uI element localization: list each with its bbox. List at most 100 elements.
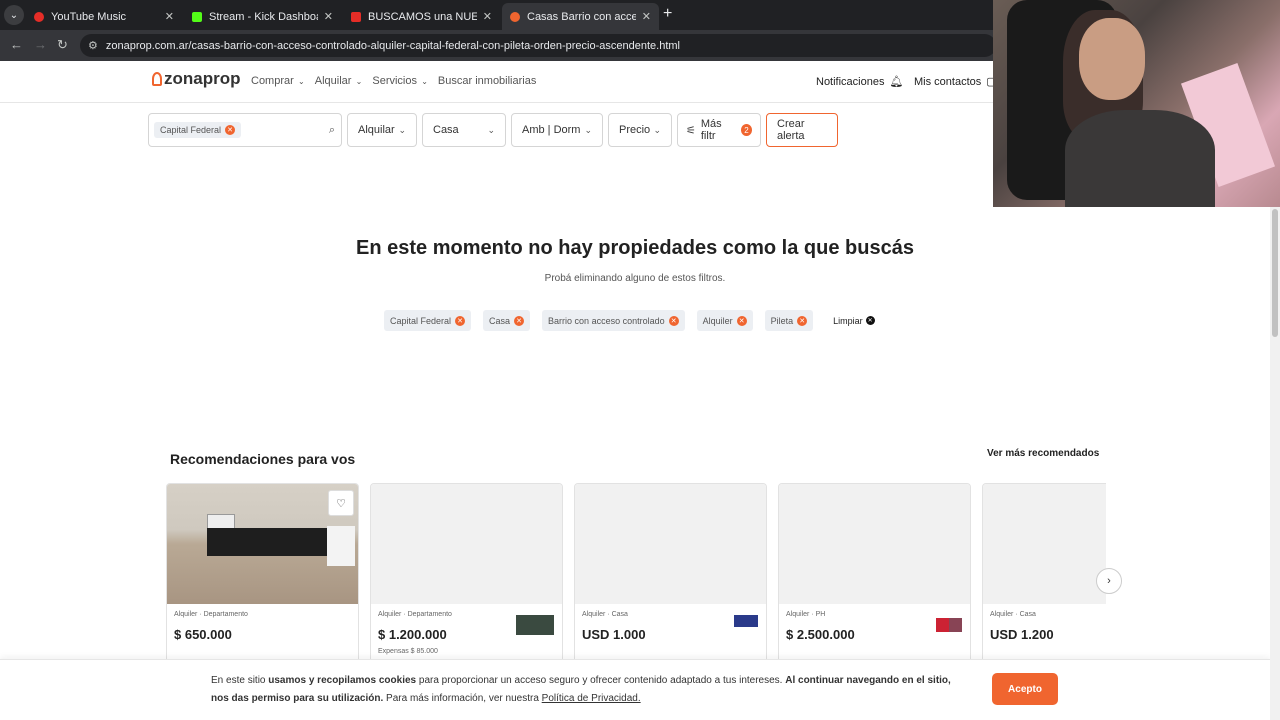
rooms-value: Amb | Dorm	[522, 124, 581, 136]
search-icon[interactable]: ⌕	[329, 124, 335, 137]
more-filters-button[interactable]: ⚟ Más filtr 2	[677, 113, 761, 147]
address-bar[interactable]: ⚙ zonaprop.com.ar/casas-barrio-con-acces…	[80, 34, 996, 57]
agency-logo	[734, 615, 758, 635]
zonaprop-logo[interactable]: zonaprop	[152, 69, 241, 89]
property-type-select[interactable]: Casa ⌄	[422, 113, 506, 147]
notifications-label: Notificaciones	[816, 75, 885, 88]
listing-card[interactable]: Alquiler · Casa USD 1.200	[982, 483, 1106, 659]
nav-servicios[interactable]: Servicios ⌄	[372, 75, 428, 87]
chevron-down-icon: ⌄	[295, 77, 305, 86]
clear-icon: ✕	[865, 316, 875, 325]
bell-icon: 🔔︎	[889, 76, 904, 88]
clear-filters-button[interactable]: Limpiar ✕	[833, 316, 875, 326]
listing-photo-placeholder	[575, 484, 766, 604]
operation-select[interactable]: Alquilar ⌄	[347, 113, 417, 147]
close-tab-icon[interactable]: ✕	[165, 10, 174, 23]
privacy-policy-link[interactable]: Política de Privacidad.	[542, 693, 641, 704]
remove-chip-icon: ✕	[668, 315, 679, 326]
listing-type: Alquiler · Casa	[990, 611, 1036, 618]
browser-tab-zonaprop[interactable]: Casas Barrio con acceso contro ✕	[502, 3, 659, 30]
create-alert-label: Crear alerta	[777, 118, 805, 142]
reload-icon[interactable]: ↻	[57, 37, 68, 53]
empty-state-subtitle: Probá eliminando alguno de estos filtros…	[544, 273, 726, 284]
forward-arrow-icon[interactable]: →	[34, 37, 47, 52]
price-select[interactable]: Precio ⌄	[608, 113, 672, 147]
new-tab-icon[interactable]: +	[663, 5, 672, 23]
chevron-down-icon: ⌄	[584, 124, 592, 135]
contacts-button[interactable]: Mis contactos ▢	[914, 75, 997, 89]
remove-chip-icon[interactable]: ✕	[225, 125, 236, 135]
empty-state-title: En este momento no hay propiedades como …	[356, 237, 914, 259]
nav-alquilar[interactable]: Alquilar ⌄	[315, 75, 363, 87]
listing-photo-placeholder	[371, 484, 562, 604]
operation-value: Alquilar	[358, 124, 395, 136]
tab-title: BUSCAMOS una NUEVA CASA ¡	[368, 10, 477, 23]
listing-expensas: Expensas $ 85.000	[378, 648, 438, 655]
site-info-icon[interactable]: ⚙	[88, 39, 98, 52]
browser-tab-kick-dashboard[interactable]: Stream - Kick Dashboard ✕	[184, 3, 341, 30]
listing-price: $ 1.200.000	[378, 627, 447, 642]
location-search-input[interactable]: Capital Federal ✕ ⌕	[148, 113, 342, 147]
chevron-down-icon: ⌄	[487, 124, 495, 135]
remove-chip-icon: ✕	[514, 315, 525, 326]
recommendations-carousel: ♡ Alquiler · Departamento $ 650.000 Alqu…	[166, 483, 1106, 659]
remove-chip-icon: ✕	[736, 315, 747, 326]
chevron-down-icon: ⌄	[398, 124, 406, 135]
page-scrollbar[interactable]	[1270, 207, 1280, 720]
cookie-text: En este sitio usamos y recopilamos cooki…	[211, 675, 951, 704]
logo-text: zonaprop	[164, 69, 241, 88]
listing-price: USD 1.000	[582, 627, 646, 642]
listing-card[interactable]: Alquiler · Casa USD 1.000	[574, 483, 767, 659]
chevron-right-icon: ›	[1107, 575, 1111, 587]
carousel-next-button[interactable]: ›	[1096, 568, 1122, 594]
browser-tab-youtube-music[interactable]: YouTube Music ✕	[26, 3, 182, 30]
listing-price: USD 1.200	[990, 627, 1054, 642]
notifications-button[interactable]: Notificaciones 🔔︎	[816, 75, 904, 89]
key-logo-icon	[152, 72, 162, 86]
filter-chip-capital-federal[interactable]: Capital Federal ✕	[384, 310, 472, 331]
close-tab-icon[interactable]: ✕	[642, 10, 651, 23]
chevron-down-icon: ⌄	[353, 77, 363, 86]
chevron-down-icon: ⌄	[418, 77, 428, 86]
close-tab-icon[interactable]: ✕	[324, 10, 333, 23]
listing-photo: ♡	[167, 484, 358, 604]
agency-logo	[516, 615, 554, 635]
youtube-favicon-icon	[351, 11, 361, 22]
listing-card[interactable]: ♡ Alquiler · Departamento $ 650.000	[166, 483, 359, 659]
close-tab-icon[interactable]: ✕	[483, 10, 492, 23]
back-arrow-icon[interactable]: ←	[10, 37, 23, 52]
filter-chip-casa[interactable]: Casa ✕	[483, 310, 531, 331]
filter-chip-barrio[interactable]: Barrio con acceso controlado ✕	[542, 310, 685, 331]
property-type-value: Casa	[433, 124, 459, 136]
heart-icon[interactable]: ♡	[328, 490, 354, 516]
rooms-select[interactable]: Amb | Dorm ⌄	[511, 113, 603, 147]
url-text: zonaprop.com.ar/casas-barrio-con-acceso-…	[105, 39, 680, 52]
cookie-banner: En este sitio usamos y recopilamos cooki…	[0, 659, 1270, 720]
scrollbar-thumb[interactable]	[1272, 209, 1278, 337]
browser-tab-youtube-video[interactable]: BUSCAMOS una NUEVA CASA ¡ ✕	[343, 3, 500, 30]
sliders-icon: ⚟	[686, 124, 696, 137]
webcam-overlay	[993, 0, 1280, 207]
filter-chip-pileta[interactable]: Pileta ✕	[764, 310, 814, 331]
nav-comprar[interactable]: Comprar ⌄	[251, 75, 305, 87]
accept-cookies-button[interactable]: Acepto	[992, 673, 1058, 705]
create-alert-button[interactable]: Crear alerta	[766, 113, 838, 147]
remove-chip-icon: ✕	[455, 315, 466, 326]
filter-chip-alquiler[interactable]: Alquiler ✕	[696, 310, 753, 331]
tab-title: Casas Barrio con acceso contro	[527, 10, 636, 23]
agency-logo	[936, 618, 962, 632]
listing-type: Alquiler · Departamento	[378, 611, 452, 618]
listing-type: Alquiler · Departamento	[174, 611, 248, 618]
tab-search-button[interactable]: ⌄	[4, 5, 24, 25]
see-more-recommendations-link[interactable]: Ver más recomendados	[987, 448, 1099, 459]
contacts-label: Mis contactos	[914, 75, 982, 88]
listing-photo-placeholder	[779, 484, 970, 604]
listing-price: $ 650.000	[174, 627, 232, 642]
listing-card[interactable]: Alquiler · Departamento $ 1.200.000 Expe…	[370, 483, 563, 659]
nav-buscar-inmobiliarias[interactable]: Buscar inmobiliarias	[438, 75, 536, 87]
youtube-music-favicon-icon	[34, 11, 44, 22]
main-nav: Comprar ⌄ Alquilar ⌄ Servicios ⌄ Buscar …	[251, 75, 536, 87]
listing-card[interactable]: Alquiler · PH $ 2.500.000	[778, 483, 971, 659]
listing-photo-placeholder	[983, 484, 1106, 604]
price-value: Precio	[619, 124, 651, 136]
